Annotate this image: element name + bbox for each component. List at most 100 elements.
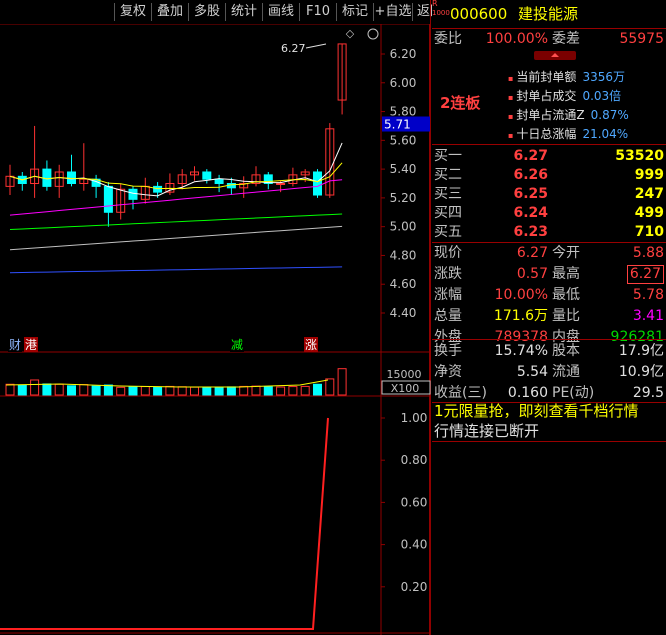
seal-info-value: 3356万 [582,70,625,84]
volume-bar [54,383,64,396]
jinkai-label: 今开 [552,245,580,261]
event-marker: 减 [231,338,243,352]
weibi-row: 委比 100.00% 委差 55975 [432,29,666,50]
price-tick-label: 5.00 [390,220,417,234]
volume-bar [202,386,212,396]
event-marker: 财 [9,338,21,352]
bullet-icon: ▪ [508,112,514,121]
volume-tick-label: 15000 [387,368,422,381]
jingzi-label: 净资 [434,364,462,380]
bid-label: 买五 [434,224,462,240]
toolbar-button-0[interactable]: 复权 [114,3,151,21]
volume-bar [214,386,224,396]
zongliang-label: 总量 [434,308,462,324]
zhangfu-value: 10.00% [494,287,548,303]
liangbi-value: 3.41 [632,308,664,324]
liangbi-label: 量比 [552,308,580,324]
promo-text[interactable]: 1元限量抢，即刻查看千档行情 [434,401,639,422]
toolbar-button-2[interactable]: 多股 [188,3,225,21]
toolbar-button-5[interactable]: F10 [299,3,336,21]
current-price-tag: 5.71 [384,118,411,132]
circle-icon [367,28,379,40]
zuigao-label: 最高 [552,266,580,282]
indicator-tick-label: 0.40 [401,538,428,552]
seal-info-label: 十日总涨幅 [516,127,577,141]
volume-bar [5,383,15,396]
collapse-button[interactable] [534,51,576,60]
status-row: 行情连接已断开 [432,421,666,442]
seal-info-label: 封单占成交 [516,89,577,103]
volume-bar [116,386,126,396]
bullet-icon: ▪ [508,131,514,140]
volume-row: 总量 171.6万 量比 3.41 [432,306,666,327]
ma60-line [9,213,343,231]
netasset-row: 净资 5.54 流通 10.9亿 [432,362,666,383]
connection-status: 行情连接已断开 [434,422,540,440]
price-tick-label: 5.20 [390,191,417,205]
indicator-tick-label: 0.20 [401,580,428,594]
volume-bar [300,385,310,396]
volume-bar [226,386,236,396]
seal-info-row: ▪ 封单占流通Z 0.87% [508,106,629,126]
rz-badge: R [432,0,438,8]
bid-label: 买一 [434,148,462,164]
toolbar-button-3[interactable]: 统计 [225,3,262,21]
bullet-icon: ▪ [508,74,514,83]
bid-volume: 999 [634,167,664,183]
pct-row: 涨幅 10.00% 最低 5.78 [432,285,666,306]
ma20-line [9,179,343,216]
seal-info-value: 0.03倍 [582,89,622,103]
volume-bar [30,379,40,396]
seal-info-label: 当前封单额 [516,70,577,84]
change-row: 涨跌 0.57 最高 6.27 [432,264,666,285]
quote-panel: R 1000 000600 建投能源 委比 100.00% 委差 55975 2… [432,0,666,635]
zongliang-value: 171.6万 [493,308,548,324]
bid-volume: 499 [634,205,664,221]
board-tag: 2连板 [440,94,481,112]
price-tick-label: 4.60 [390,277,417,291]
ma10-line [9,162,343,190]
zhangfu-label: 涨幅 [434,287,462,303]
huanshou-value: 15.74% [494,343,548,359]
toolbar-button-4[interactable]: 画线 [262,3,299,21]
candle-body [128,188,138,200]
jingzi-value: 5.54 [516,364,548,380]
stock-code: 000600 [450,5,508,23]
chart-toolbar: 复权 叠加 多股 统计 画线 F10 标记 +自选 返回 [0,0,443,24]
turnover-row: 换手 15.74% 股本 17.9亿 [432,341,666,362]
volume-bar [190,386,199,396]
price-tick-label: 6.20 [390,47,417,61]
price-tick-label: 5.40 [390,162,417,176]
price-tick-label: 6.00 [390,76,417,90]
bid-volume: 710 [634,224,664,240]
rz-badge-sub: 1000 [432,9,450,17]
volume-bar [165,385,175,396]
volume-bar [17,384,27,396]
liutong-label: 流通 [552,364,580,380]
bid-label: 买二 [434,167,462,183]
volume-bar [67,385,76,396]
indicator-line [0,417,329,630]
candle-body [214,178,224,185]
volume-bar [251,385,261,396]
volume-bar [325,378,335,396]
weicha-value: 55975 [619,31,664,47]
jinkai-value: 5.88 [632,245,664,261]
weibi-value: 100.00% [485,31,548,47]
volume-bar [140,386,150,396]
liutong-value: 10.9亿 [618,364,664,380]
volume-bar [91,385,101,396]
volume-bar [337,368,347,396]
seal-info-row: ▪ 当前封单额 3356万 [508,68,625,88]
toolbar-button-1[interactable]: 叠加 [151,3,188,21]
stock-title: R 1000 000600 建投能源 [432,0,666,27]
huanshou-label: 换手 [434,343,462,359]
toolbar-button-7[interactable]: +自选 [373,3,412,21]
ma250-line [9,266,343,274]
kline-chart[interactable]: 6.20 6.00 5.80 5.60 5.40 5.20 5.00 4.80 4.60 4.40… [0,0,432,635]
promo-link[interactable]: 1元限量抢，即刻查看千档行情 [432,401,666,422]
bid-price: 6.23 [513,224,548,240]
bid-price: 6.27 [513,148,548,164]
guben-label: 股本 [552,343,580,359]
toolbar-button-6[interactable]: 标记 [336,3,373,21]
